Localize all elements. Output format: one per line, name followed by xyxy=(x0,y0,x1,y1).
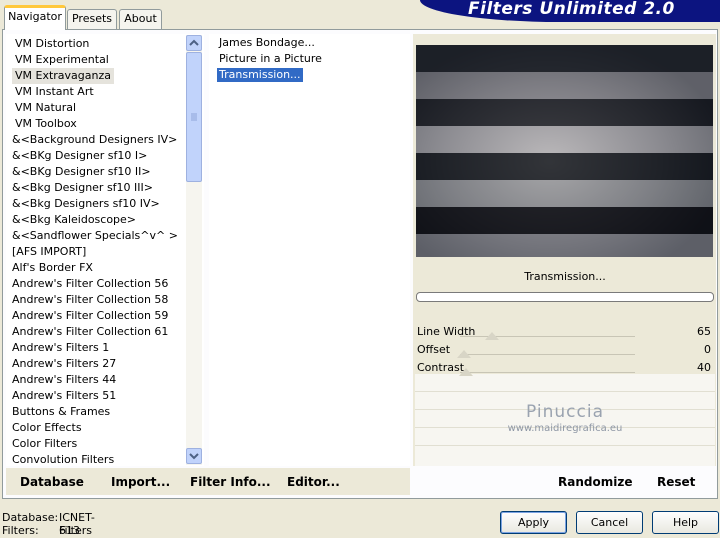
param-label: Offset xyxy=(417,343,451,356)
slider-thumb-icon[interactable] xyxy=(485,332,499,340)
param-line-width[interactable]: Line Width 65 xyxy=(415,323,715,340)
help-button[interactable]: Help xyxy=(652,511,719,534)
param-value: 0 xyxy=(704,343,711,356)
scroll-thumb[interactable] xyxy=(186,52,202,182)
import-button[interactable]: Import... xyxy=(111,475,170,489)
param-contrast[interactable]: Contrast 40 xyxy=(415,359,715,376)
editor-button[interactable]: Editor... xyxy=(287,475,340,489)
preview-image xyxy=(416,45,713,257)
apply-button[interactable]: Apply xyxy=(500,511,567,534)
category-item[interactable]: Alf's Border FX xyxy=(12,260,93,276)
chevron-up-icon xyxy=(189,39,199,46)
category-item[interactable]: Andrew's Filters 51 xyxy=(12,388,116,404)
filter-item-transmission[interactable]: Transmission... xyxy=(216,67,304,83)
filter-info-button[interactable]: Filter Info... xyxy=(190,475,271,489)
category-item[interactable]: Buttons & Frames xyxy=(12,404,110,420)
chevron-down-icon xyxy=(189,453,199,460)
watermark-url: www.maidiregrafica.eu xyxy=(507,423,623,434)
param-value: 40 xyxy=(697,361,711,374)
category-item[interactable]: &<Background Designers IV> xyxy=(12,132,177,148)
filters-status-value: 613 xyxy=(59,524,80,537)
scroll-up-button[interactable] xyxy=(186,35,202,51)
category-item[interactable]: &<Sandflower Specials^v^ > xyxy=(12,228,178,244)
slider-track[interactable] xyxy=(460,372,635,373)
category-item[interactable]: &<Bkg Designers sf10 IV> xyxy=(12,196,160,212)
randomize-button[interactable]: Randomize xyxy=(558,475,632,489)
progress-bar xyxy=(416,292,714,302)
slider-thumb-icon[interactable] xyxy=(459,368,473,376)
category-item[interactable]: Andrew's Filters 44 xyxy=(12,372,116,388)
category-item[interactable]: &<BKg Designer sf10 II> xyxy=(12,164,151,180)
database-status-label: Database: xyxy=(2,511,59,524)
app-title: Filters Unlimited 2.0 xyxy=(468,0,675,19)
reset-button[interactable]: Reset xyxy=(657,475,695,489)
category-item[interactable]: &<BKg Designer sf10 I> xyxy=(12,148,147,164)
category-item[interactable]: Convolution Filters xyxy=(12,452,114,468)
param-offset[interactable]: Offset 0 xyxy=(415,341,715,358)
category-item[interactable]: VM Experimental xyxy=(15,52,109,68)
grip-icon xyxy=(191,113,197,121)
category-item[interactable]: VM Toolbox xyxy=(15,116,77,132)
status-area: Database: ICNET-Filters Filters: 613 xyxy=(2,511,95,537)
filter-list[interactable]: James Bondage... Picture in a Picture Tr… xyxy=(209,34,410,466)
filters-status-label: Filters: xyxy=(2,524,39,537)
category-item[interactable]: VM Natural xyxy=(15,100,76,116)
cancel-button[interactable]: Cancel xyxy=(576,511,643,534)
category-item[interactable]: Color Filters xyxy=(12,436,77,452)
current-filter-name: Transmission... xyxy=(524,270,606,283)
category-item[interactable]: Andrew's Filters 27 xyxy=(12,356,116,372)
tab-about[interactable]: About xyxy=(119,9,162,29)
category-scrollbar[interactable] xyxy=(186,35,202,465)
category-item[interactable]: Andrew's Filter Collection 56 xyxy=(12,276,168,292)
category-item[interactable]: Andrew's Filter Collection 61 xyxy=(12,324,168,340)
scroll-down-button[interactable] xyxy=(186,448,202,464)
category-item[interactable]: Color Effects xyxy=(12,420,82,436)
category-item[interactable]: VM Distortion xyxy=(15,36,89,52)
slider-thumb-icon[interactable] xyxy=(457,350,471,358)
filter-item-james-bondage[interactable]: James Bondage... xyxy=(217,36,317,50)
slider-track[interactable] xyxy=(460,354,635,355)
tab-presets[interactable]: Presets xyxy=(67,9,117,29)
category-item[interactable]: Andrew's Filter Collection 59 xyxy=(12,308,168,324)
category-item[interactable]: VM Instant Art xyxy=(15,84,94,100)
category-item[interactable]: [AFS IMPORT] xyxy=(12,244,86,260)
category-item[interactable]: VM Extravaganza xyxy=(12,68,115,84)
database-button[interactable]: Database xyxy=(20,475,84,489)
category-list[interactable]: VM Distortion VM Experimental VM Extravaga… xyxy=(6,34,204,466)
tab-navigator[interactable]: Navigator xyxy=(4,5,66,30)
preview-stripes xyxy=(416,45,713,257)
category-item[interactable]: Andrew's Filters 1 xyxy=(12,340,109,356)
category-item[interactable]: &<Bkg Designer sf10 III> xyxy=(12,180,153,196)
param-label: Contrast xyxy=(417,361,465,374)
watermark-title: Pinuccia xyxy=(526,402,604,422)
filter-item-picture-in-a-picture[interactable]: Picture in a Picture xyxy=(217,52,324,66)
category-item[interactable]: &<Bkg Kaleidoscope> xyxy=(12,212,136,228)
param-value: 65 xyxy=(697,325,711,338)
category-item[interactable]: Andrew's Filter Collection 58 xyxy=(12,292,168,308)
